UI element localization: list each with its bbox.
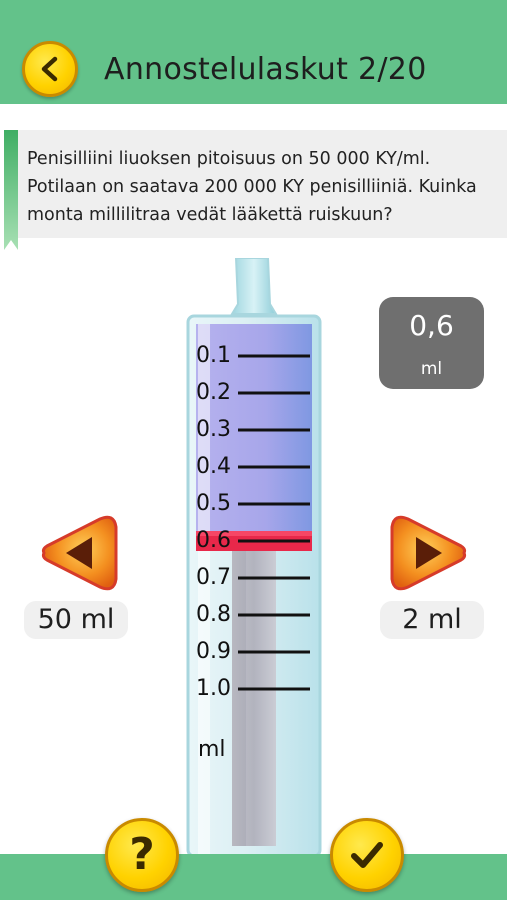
graduation-mark xyxy=(238,576,310,580)
scale-label: 0.2 xyxy=(196,380,231,405)
graduation-mark xyxy=(238,428,310,432)
graduation-mark xyxy=(238,354,310,358)
question-text: Penisilliini liuoksen pitoisuus on 50 00… xyxy=(27,149,477,225)
page-title: Annostelulaskut 2/20 xyxy=(104,52,427,87)
graduation-mark xyxy=(238,650,310,654)
readout-value: 0,6 xyxy=(409,309,454,342)
confirm-button[interactable] xyxy=(330,818,404,892)
triangle-left-icon xyxy=(41,515,118,591)
help-label: ? xyxy=(129,829,155,880)
graduation-mark xyxy=(238,539,310,543)
scale-label: 0.6 xyxy=(196,528,231,553)
scale-unit: ml xyxy=(198,737,226,762)
graduation-mark xyxy=(238,613,310,617)
question-panel: Penisilliini liuoksen pitoisuus on 50 00… xyxy=(4,130,507,250)
graduation-mark xyxy=(238,502,310,506)
graduation-mark xyxy=(238,391,310,395)
graduation-mark xyxy=(238,465,310,469)
scale-label: 1.0 xyxy=(196,676,231,701)
scale-label: 0.7 xyxy=(196,565,231,590)
readout-unit: ml xyxy=(420,359,443,379)
scale-label: 0.5 xyxy=(196,491,231,516)
scale-label: 0.4 xyxy=(196,454,231,479)
scale-label: 0.8 xyxy=(196,602,231,627)
decrease-button[interactable] xyxy=(38,515,120,591)
syringe-size-right-label: 2 ml xyxy=(380,601,484,639)
back-button[interactable] xyxy=(22,41,78,97)
checkmark-icon xyxy=(351,842,383,868)
ribbon-icon xyxy=(4,130,18,250)
dose-readout: 0,6 ml xyxy=(379,297,484,389)
scale-label: 0.1 xyxy=(196,343,231,368)
header-bar: Annostelulaskut 2/20 xyxy=(0,0,507,104)
scale-label: 0.9 xyxy=(196,639,231,664)
increase-button[interactable] xyxy=(388,515,470,591)
footer-bar xyxy=(0,854,507,900)
graduation-mark xyxy=(238,687,310,691)
chevron-left-icon xyxy=(41,56,58,82)
triangle-right-icon xyxy=(390,515,467,591)
scale-label: 0.3 xyxy=(196,417,231,442)
help-button[interactable]: ? xyxy=(105,818,179,892)
syringe-size-left-label: 50 ml xyxy=(24,601,128,639)
